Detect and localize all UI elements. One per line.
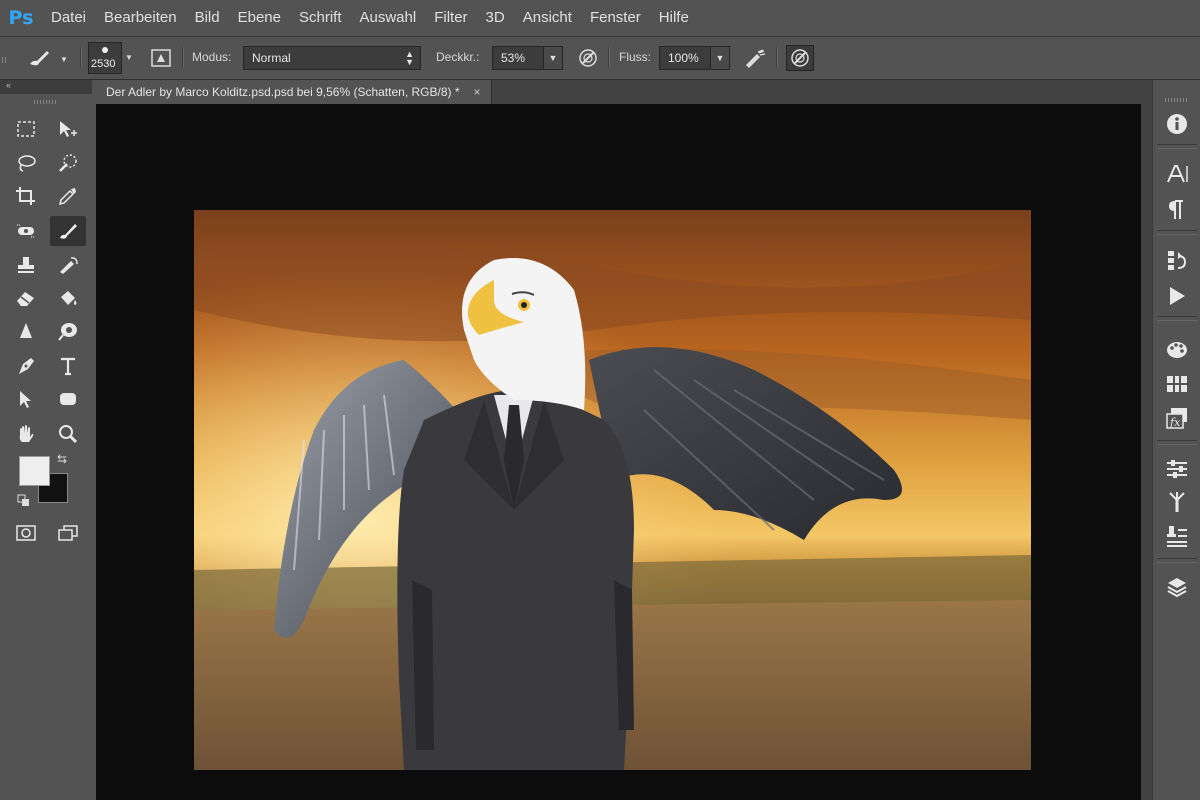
menu-hilfe[interactable]: Hilfe xyxy=(650,0,698,36)
shape-icon[interactable] xyxy=(50,384,86,414)
brush-size-value: 2530 xyxy=(91,58,116,70)
menu-fenster[interactable]: Fenster xyxy=(581,0,650,36)
dock-separator xyxy=(1157,144,1197,149)
type-icon[interactable] xyxy=(50,351,86,381)
brush-icon[interactable] xyxy=(50,216,86,246)
crop-icon[interactable] xyxy=(8,181,44,211)
eyedropper-icon[interactable] xyxy=(50,181,86,211)
opacity-chevron-down-icon[interactable]: ▼ xyxy=(543,46,563,70)
document-tab-title: Der Adler by Marco Kolditz.psd.psd bei 9… xyxy=(106,85,460,99)
options-separator xyxy=(776,47,778,69)
menu-datei[interactable]: Datei xyxy=(42,0,95,36)
dodge-icon[interactable] xyxy=(50,316,86,346)
color-icon[interactable] xyxy=(1163,336,1191,364)
vertical-scrollbar[interactable] xyxy=(1141,104,1152,800)
toolbox-collapse-strip[interactable]: « xyxy=(0,80,92,94)
opacity-value: 53% xyxy=(501,51,526,65)
opacity-label: Deckkr.: xyxy=(436,50,480,64)
swap-colors-icon[interactable]: ⇆ xyxy=(57,452,67,466)
blur-icon[interactable] xyxy=(8,316,44,346)
history-brush-icon[interactable] xyxy=(50,250,86,280)
flow-value: 100% xyxy=(668,51,699,65)
mode-value: Normal xyxy=(252,51,291,65)
options-separator xyxy=(182,47,184,69)
canvas-image[interactable] xyxy=(194,210,1031,770)
document-tab[interactable]: Der Adler by Marco Kolditz.psd.psd bei 9… xyxy=(94,80,492,104)
menu-auswahl[interactable]: Auswahl xyxy=(351,0,426,36)
paragraph-icon[interactable] xyxy=(1163,196,1191,224)
eagle-suit-artwork xyxy=(194,210,1031,770)
mode-select[interactable]: Normal ▲ ▼ xyxy=(243,46,421,70)
menu-bearbeiten[interactable]: Bearbeiten xyxy=(95,0,186,36)
screen-mode-icon[interactable] xyxy=(50,518,86,548)
foreground-color-swatch[interactable] xyxy=(19,456,50,486)
mode-label: Modus: xyxy=(192,50,232,64)
brush-size-picker[interactable]: 2530 xyxy=(88,42,122,74)
flow-label: Fluss: xyxy=(619,50,652,64)
airbrush-icon[interactable] xyxy=(741,45,769,71)
move-icon[interactable] xyxy=(50,114,86,144)
options-separator xyxy=(608,47,610,69)
actions-icon[interactable] xyxy=(1163,282,1191,310)
pressure-opacity-icon[interactable] xyxy=(574,45,602,71)
brush-tool-preset-icon[interactable] xyxy=(26,45,54,71)
styles-icon[interactable]: fx xyxy=(1163,404,1191,432)
document-tab-strip: Der Adler by Marco Kolditz.psd.psd bei 9… xyxy=(94,80,1152,104)
tool-preset-chevron-down-icon[interactable]: ▼ xyxy=(60,55,68,64)
svg-text:fx: fx xyxy=(1169,416,1181,429)
brush-tip-icon xyxy=(102,47,108,53)
toolbox-grip[interactable] xyxy=(34,100,58,104)
adjustments-icon[interactable] xyxy=(1163,454,1191,482)
pressure-size-icon[interactable] xyxy=(786,45,814,71)
menu-ebene[interactable]: Ebene xyxy=(229,0,290,36)
character-icon[interactable] xyxy=(1163,160,1191,188)
pen-icon[interactable] xyxy=(8,351,44,381)
mode-updown-icon: ▲ ▼ xyxy=(405,49,414,67)
dock-separator xyxy=(1157,558,1197,563)
dock-separator xyxy=(1157,440,1197,445)
photoshop-logo: Ps xyxy=(8,7,34,29)
rect-marquee-icon[interactable] xyxy=(8,114,44,144)
menu-schrift[interactable]: Schrift xyxy=(290,0,351,36)
brush-panel-toggle-icon[interactable] xyxy=(147,45,175,71)
brush-presets-icon[interactable] xyxy=(1163,488,1191,516)
flow-input[interactable]: 100% xyxy=(659,46,711,70)
toolbox: ⇆ xyxy=(0,94,92,800)
menu-bild[interactable]: Bild xyxy=(186,0,229,36)
layers-3d-icon[interactable] xyxy=(1163,574,1191,602)
spot-healing-icon[interactable] xyxy=(8,216,44,246)
quick-mask-icon[interactable] xyxy=(8,518,44,548)
zoom-icon[interactable] xyxy=(50,419,86,449)
lasso-icon[interactable] xyxy=(8,148,44,178)
options-separator xyxy=(80,47,82,69)
options-bar: ▼ 2530 ▼ Modus: Normal ▲ ▼ Deckkr.: 53% ▼… xyxy=(0,36,1200,80)
menu-filter[interactable]: Filter xyxy=(425,0,476,36)
brush-size-chevron-down-icon[interactable]: ▼ xyxy=(125,53,133,62)
history-icon[interactable] xyxy=(1163,246,1191,274)
options-grip[interactable] xyxy=(2,57,6,63)
close-tab-icon[interactable]: × xyxy=(474,85,481,99)
collapse-icon[interactable]: « xyxy=(6,80,11,90)
right-panel-dock: fx xyxy=(1152,80,1200,800)
swatches-icon[interactable] xyxy=(1163,370,1191,398)
quick-select-icon[interactable] xyxy=(50,148,86,178)
menu-3d[interactable]: 3D xyxy=(477,0,514,36)
clone-source-icon[interactable] xyxy=(1163,522,1191,550)
opacity-input[interactable]: 53% xyxy=(492,46,544,70)
paint-bucket-icon[interactable] xyxy=(50,283,86,313)
path-select-icon[interactable] xyxy=(8,384,44,414)
flow-chevron-down-icon[interactable]: ▼ xyxy=(710,46,730,70)
dock-grip[interactable] xyxy=(1165,98,1189,102)
eraser-icon[interactable] xyxy=(8,283,44,313)
info-icon[interactable] xyxy=(1163,110,1191,138)
dock-separator xyxy=(1157,316,1197,321)
clone-stamp-icon[interactable] xyxy=(8,250,44,280)
hand-icon[interactable] xyxy=(8,419,44,449)
dock-separator xyxy=(1157,230,1197,235)
default-colors-icon[interactable] xyxy=(17,494,31,513)
menu-ansicht[interactable]: Ansicht xyxy=(514,0,581,36)
menu-bar: Ps Datei Bearbeiten Bild Ebene Schrift A… xyxy=(0,0,1200,36)
